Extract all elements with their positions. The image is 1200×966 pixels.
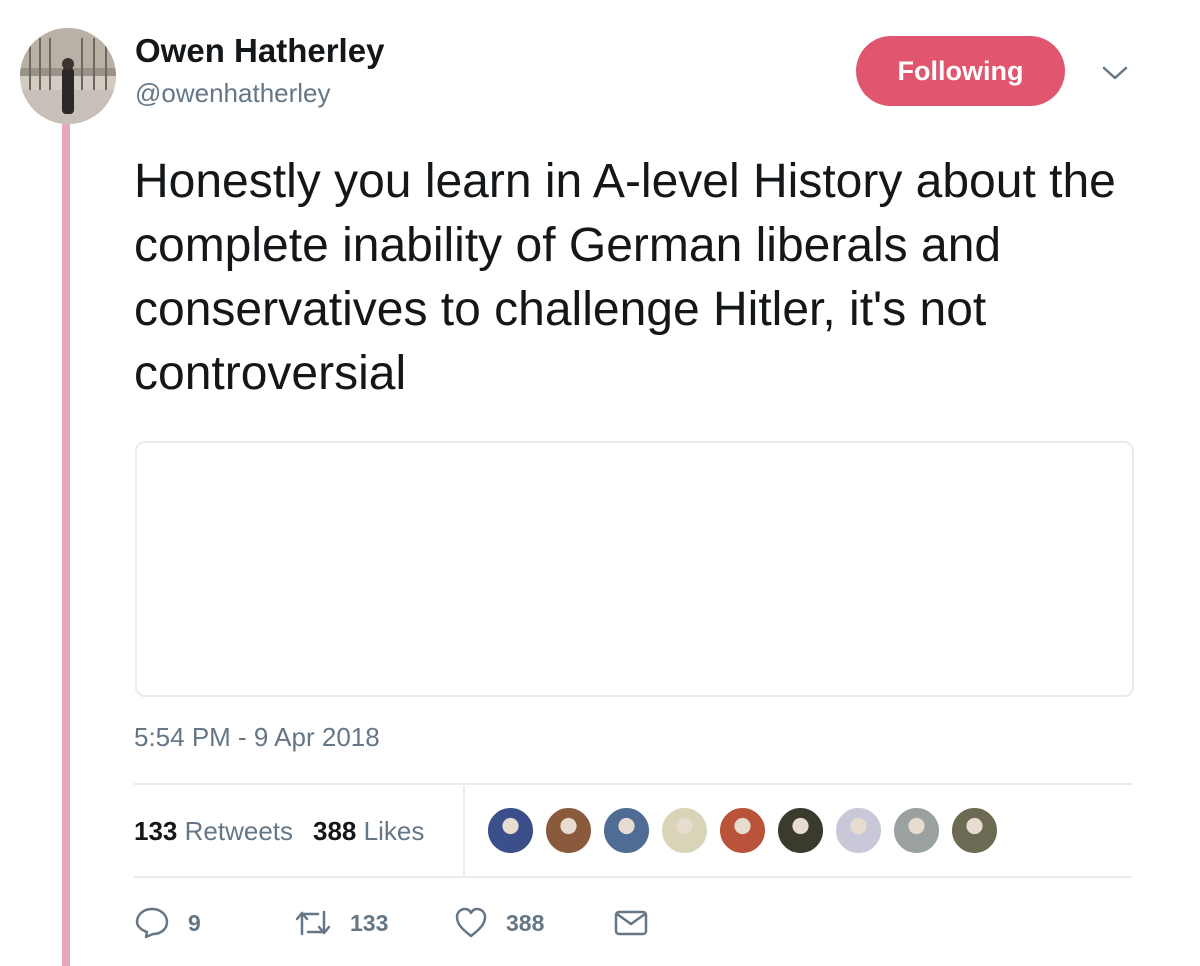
likes-label: Likes	[363, 815, 425, 846]
tweet-timestamp[interactable]: 5:54 PM - 9 Apr 2018	[134, 722, 380, 753]
divider	[134, 876, 1132, 878]
liker-avatar[interactable]	[776, 806, 825, 855]
tweet-actions: 9 133 388	[134, 898, 1132, 948]
liker-avatar[interactable]	[486, 806, 535, 855]
liker-avatar[interactable]	[892, 806, 941, 855]
retweets-label: Retweets	[184, 815, 294, 846]
avatar-photo	[20, 28, 116, 124]
likes-stat[interactable]: 388 Likes	[313, 816, 424, 847]
reply-count: 9	[188, 909, 201, 936]
author-handle[interactable]: @owenhatherley	[135, 78, 331, 109]
retweet-button[interactable]: 133	[294, 908, 454, 938]
retweet-count: 133	[350, 909, 389, 936]
mail-icon	[614, 910, 648, 936]
heart-icon	[455, 907, 487, 938]
retweet-icon	[295, 910, 331, 936]
author-name[interactable]: Owen Hatherley	[135, 32, 384, 70]
liker-avatar[interactable]	[718, 806, 767, 855]
divider	[134, 783, 1132, 785]
tweet-stats: 133 Retweets 388 Likes	[134, 786, 1132, 876]
reply-icon	[135, 907, 169, 939]
media-card[interactable]	[135, 441, 1134, 697]
direct-message-button[interactable]	[614, 909, 648, 937]
retweets-stat[interactable]: 133 Retweets	[134, 816, 293, 847]
thread-line	[62, 122, 70, 966]
avatar[interactable]	[20, 28, 116, 124]
liker-avatar[interactable]	[950, 806, 999, 855]
stats-separator	[463, 786, 465, 876]
liker-avatar[interactable]	[660, 806, 709, 855]
tweet-text: Honestly you learn in A-level History ab…	[134, 155, 1116, 400]
more-options-button[interactable]	[1100, 58, 1130, 88]
liker-avatar[interactable]	[834, 806, 883, 855]
chevron-down-icon	[1102, 66, 1128, 80]
liker-avatars	[486, 806, 999, 855]
retweets-count: 133	[134, 815, 178, 846]
liker-avatar[interactable]	[544, 806, 593, 855]
like-count: 388	[506, 909, 545, 936]
liker-avatar[interactable]	[602, 806, 651, 855]
like-button[interactable]: 388	[454, 907, 614, 939]
likes-count: 388	[313, 815, 357, 846]
following-button[interactable]: Following	[856, 36, 1065, 106]
reply-button[interactable]: 9	[134, 906, 294, 940]
